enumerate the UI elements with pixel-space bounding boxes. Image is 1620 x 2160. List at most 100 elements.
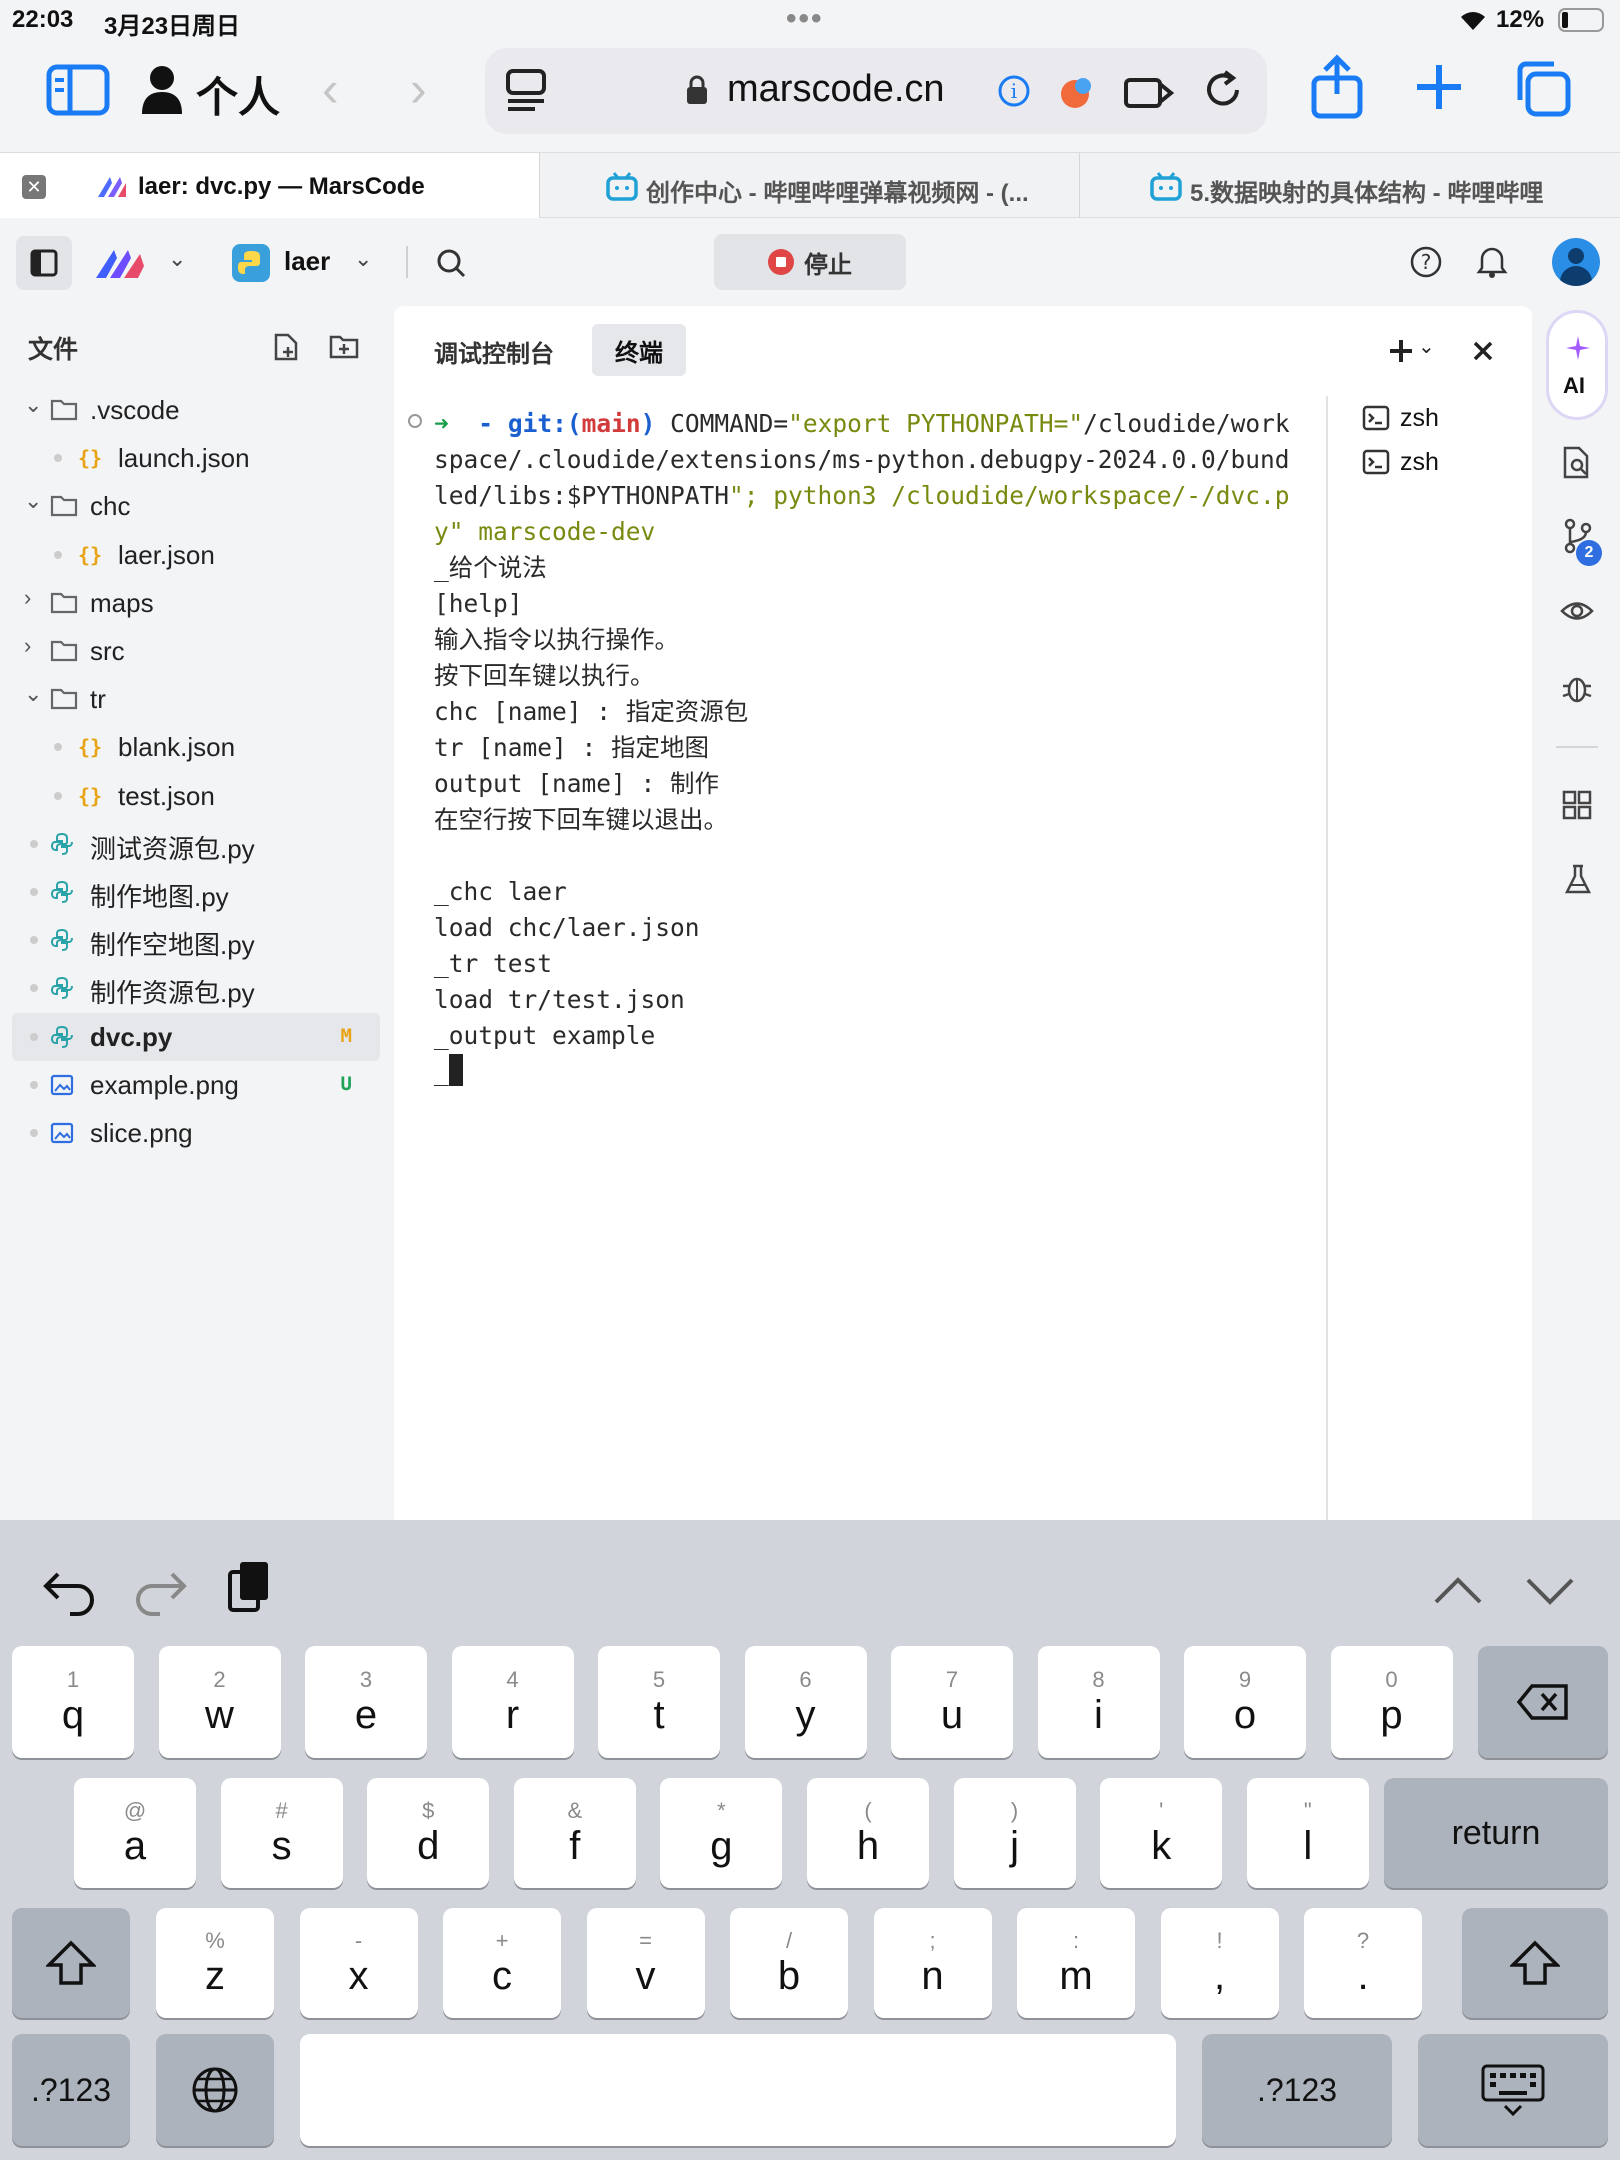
- search-icon[interactable]: [436, 248, 466, 278]
- url-text[interactable]: marscode.cn: [727, 68, 945, 111]
- chevron-right-icon[interactable]: ›: [24, 633, 31, 659]
- clipboard-icon[interactable]: [226, 1558, 272, 1614]
- key-w[interactable]: 2w: [158, 1646, 281, 1758]
- key-b[interactable]: / b: [730, 1908, 848, 2018]
- profile-label[interactable]: 个人: [196, 64, 280, 125]
- key-s[interactable]: # s: [220, 1778, 343, 1888]
- file-item[interactable]: 制作地图.py: [12, 868, 380, 916]
- reader-icon[interactable]: [505, 68, 549, 112]
- file-item[interactable]: 制作资源包.py: [12, 964, 380, 1012]
- testing-flask-icon[interactable]: [1564, 864, 1592, 896]
- stop-button[interactable]: 停止: [714, 234, 906, 290]
- key-z[interactable]: % z: [156, 1908, 274, 2018]
- new-file-icon[interactable]: [272, 332, 300, 362]
- help-icon[interactable]: ?: [1410, 246, 1442, 278]
- file-item[interactable]: {} test.json: [12, 772, 380, 820]
- return-key[interactable]: return: [1384, 1778, 1608, 1888]
- key-a[interactable]: @ a: [74, 1778, 196, 1888]
- debug-bug-icon[interactable]: [1562, 672, 1592, 704]
- key-t[interactable]: 5t: [598, 1646, 720, 1758]
- shift-key-right[interactable]: [1462, 1908, 1608, 2018]
- numbers-key-right[interactable]: .?123: [1202, 2034, 1392, 2146]
- key-q[interactable]: 1q: [12, 1646, 134, 1758]
- folder-item[interactable]: ⌄ tr: [12, 675, 380, 723]
- bookmark-tag-icon[interactable]: [1123, 72, 1175, 112]
- key-g[interactable]: * g: [660, 1778, 783, 1888]
- file-item[interactable]: slice.png: [12, 1109, 380, 1157]
- key-j[interactable]: ) j: [953, 1778, 1076, 1888]
- file-item[interactable]: {} blank.json: [12, 723, 380, 771]
- new-tab-icon[interactable]: [1414, 62, 1464, 112]
- sidebar-toggle-icon[interactable]: [46, 64, 110, 116]
- folder-item[interactable]: ⌄ chc: [12, 482, 380, 530]
- key-,[interactable]: !,: [1160, 1908, 1279, 2018]
- key-m[interactable]: :m: [1017, 1908, 1135, 2018]
- file-item[interactable]: {} laer.json: [12, 531, 380, 579]
- space-key[interactable]: [300, 2034, 1176, 2146]
- new-terminal-button[interactable]: ⌄: [1388, 336, 1448, 368]
- shift-key-left[interactable]: [12, 1908, 130, 2018]
- terminal-list-item[interactable]: zsh: [1362, 442, 1512, 482]
- key-o[interactable]: 9o: [1184, 1646, 1306, 1758]
- key-v[interactable]: = v: [586, 1908, 705, 2018]
- key-p[interactable]: 0p: [1330, 1646, 1453, 1758]
- extension-icon[interactable]: [1055, 72, 1095, 112]
- ai-assistant-button[interactable]: AI: [1546, 310, 1608, 420]
- backspace-key[interactable]: [1478, 1646, 1608, 1758]
- key-y[interactable]: 6y: [744, 1646, 867, 1758]
- tab-bilibili-video[interactable]: 5.数据映射的具体结构 - 哔哩哔哩: [1080, 153, 1620, 219]
- toggle-sidebar-button[interactable]: [16, 236, 72, 290]
- numbers-key-left[interactable]: .?123: [12, 2034, 130, 2146]
- info-icon[interactable]: i: [997, 74, 1031, 108]
- key-d[interactable]: $ d: [367, 1778, 490, 1888]
- key-n[interactable]: ; n: [873, 1908, 992, 2018]
- key-k[interactable]: ' k: [1100, 1778, 1223, 1888]
- multitask-dots-icon[interactable]: •••: [786, 2, 824, 36]
- file-item[interactable]: example.png U: [12, 1061, 380, 1109]
- file-item[interactable]: {} launch.json: [12, 434, 380, 482]
- marscode-menu-button[interactable]: ⌄: [94, 242, 194, 282]
- chevron-down-icon[interactable]: ⌄: [24, 681, 42, 707]
- back-icon[interactable]: ‹: [322, 60, 339, 118]
- key-f[interactable]: & f: [513, 1778, 636, 1888]
- globe-key[interactable]: [156, 2034, 274, 2146]
- file-item[interactable]: 测试资源包.py: [12, 820, 380, 868]
- folder-item[interactable]: ⌄ .vscode: [12, 386, 380, 434]
- preview-eye-icon[interactable]: [1560, 596, 1594, 626]
- key-e[interactable]: 3e: [305, 1646, 427, 1758]
- chevron-down-icon[interactable]: ⌄: [24, 488, 42, 514]
- avatar[interactable]: [1552, 238, 1600, 286]
- forward-icon[interactable]: ›: [410, 60, 427, 118]
- tabs-overview-icon[interactable]: [1512, 58, 1572, 118]
- key-u[interactable]: 7u: [891, 1646, 1013, 1758]
- file-search-icon[interactable]: [1562, 446, 1592, 480]
- key-.[interactable]: ?.: [1304, 1908, 1422, 2018]
- close-tab-icon[interactable]: ✕: [22, 175, 46, 199]
- tab-debug-console[interactable]: 调试控制台: [434, 334, 554, 369]
- chevron-down-icon[interactable]: ⌄: [24, 392, 42, 418]
- project-selector[interactable]: laer ⌄: [232, 242, 374, 282]
- extensions-grid-icon[interactable]: [1562, 790, 1592, 820]
- redo-icon[interactable]: [130, 1564, 190, 1616]
- undo-icon[interactable]: [40, 1564, 100, 1616]
- chevron-up-icon[interactable]: [1432, 1576, 1484, 1606]
- close-panel-icon[interactable]: [1472, 340, 1494, 362]
- file-item[interactable]: dvc.py M: [12, 1012, 380, 1061]
- profile-icon[interactable]: [140, 64, 184, 114]
- tab-marscode[interactable]: ✕ laer: dvc.py — MarsCode: [0, 153, 540, 219]
- chevron-right-icon[interactable]: ›: [24, 585, 31, 611]
- reload-icon[interactable]: [1201, 68, 1245, 112]
- share-icon[interactable]: [1310, 54, 1364, 120]
- file-item[interactable]: 制作空地图.py: [12, 916, 380, 964]
- notification-bell-icon[interactable]: [1476, 244, 1508, 278]
- key-i[interactable]: 8i: [1037, 1646, 1160, 1758]
- folder-item[interactable]: › maps: [12, 579, 380, 627]
- hide-keyboard-key[interactable]: [1418, 2034, 1608, 2146]
- new-folder-icon[interactable]: [328, 332, 360, 360]
- key-x[interactable]: -x: [299, 1908, 418, 2018]
- key-l[interactable]: " l: [1246, 1778, 1369, 1888]
- terminal-output[interactable]: ➜ - git:(main) COMMAND="export PYTHONPAT…: [434, 406, 1294, 1090]
- address-bar[interactable]: marscode.cn i: [485, 48, 1267, 134]
- chevron-down-icon[interactable]: [1524, 1576, 1576, 1606]
- key-r[interactable]: 4r: [451, 1646, 574, 1758]
